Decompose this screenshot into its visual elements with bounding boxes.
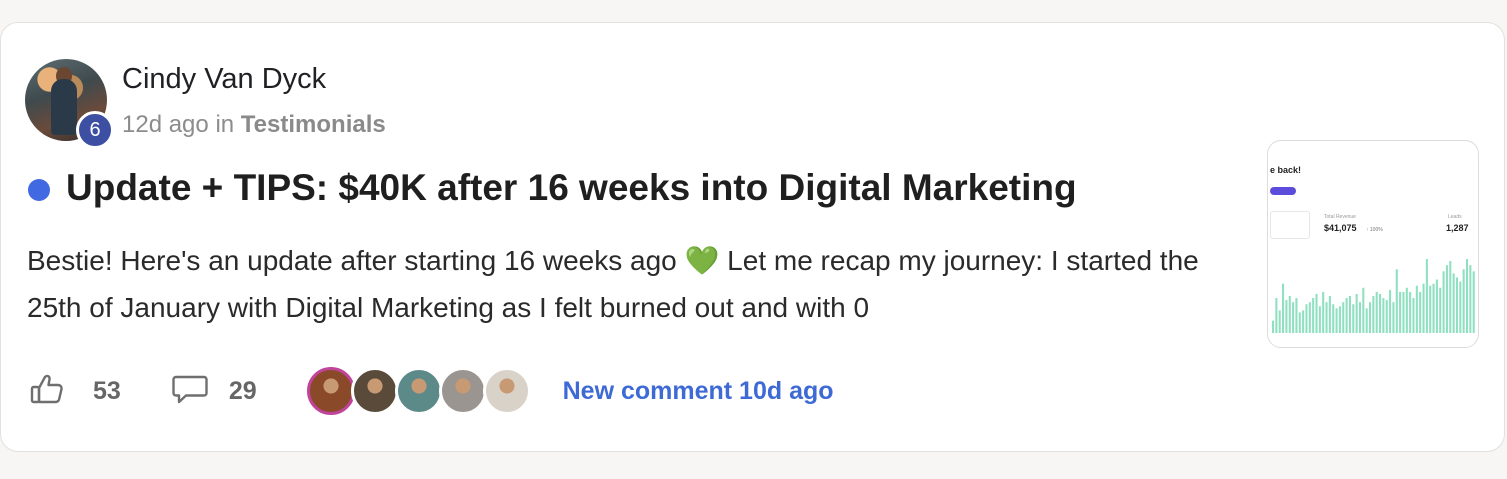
thumbnail-bar xyxy=(1278,310,1281,333)
thumbs-up-icon xyxy=(29,371,65,412)
new-comment-link[interactable]: New comment 10d ago xyxy=(563,377,834,406)
like-count: 53 xyxy=(93,376,121,405)
post-thumbnail[interactable]: e back! Total Revenue $41,075 ↑ 100% Lea… xyxy=(1267,140,1479,348)
post-excerpt[interactable]: Bestie! Here's an update after starting … xyxy=(27,237,1217,331)
comment-bubble-icon xyxy=(171,371,209,412)
avatar-body xyxy=(51,79,77,135)
commenter-avatars[interactable] xyxy=(306,367,531,415)
thumbnail-bar xyxy=(1382,298,1385,333)
thumbnail-revenue-change: ↑ 100% xyxy=(1366,227,1383,233)
excerpt-text-1: Bestie! Here's an update after starting … xyxy=(27,245,685,276)
thumbnail-revenue-label: Total Revenue xyxy=(1324,214,1356,220)
thumbnail-bar xyxy=(1332,304,1335,333)
author-name[interactable]: Cindy Van Dyck xyxy=(122,63,326,96)
thumbnail-bar xyxy=(1372,296,1375,333)
thumbnail-bar xyxy=(1305,304,1308,333)
unread-indicator xyxy=(28,179,50,201)
thumbnail-bar xyxy=(1469,265,1472,333)
thumbnail-bar xyxy=(1295,298,1298,333)
thumbnail-bar xyxy=(1415,285,1418,333)
level-badge: 6 xyxy=(76,111,114,149)
commenter-1-avatar[interactable] xyxy=(306,367,355,415)
post-in-word: in xyxy=(215,111,235,138)
thumbnail-bar xyxy=(1385,300,1388,333)
thumbnail-bar xyxy=(1325,302,1328,333)
thumbnail-bar xyxy=(1445,265,1448,333)
thumbnail-bar xyxy=(1462,269,1465,333)
post-time: 12d ago xyxy=(122,111,209,138)
thumbnail-bar xyxy=(1455,277,1458,333)
thumbnail-bar xyxy=(1355,293,1358,333)
post-actions: 53 29 New comment 10d ago xyxy=(29,367,834,415)
thumbnail-bar xyxy=(1395,269,1398,333)
thumbnail-bar xyxy=(1345,298,1348,333)
thumbnail-bar xyxy=(1435,279,1438,333)
thumbnail-bar xyxy=(1442,271,1445,333)
thumbnail-bar xyxy=(1379,293,1382,333)
thumbnail-bar xyxy=(1452,273,1455,333)
comment-count: 29 xyxy=(228,376,257,405)
thumbnail-leads: 1,287 xyxy=(1446,223,1469,233)
thumbnail-bar xyxy=(1298,312,1301,333)
thumbnail-bar xyxy=(1399,291,1402,333)
thumbnail-heading: e back! xyxy=(1270,165,1302,175)
thumbnail-bar xyxy=(1272,320,1275,333)
thumbnail-bar xyxy=(1275,298,1278,333)
thumbnail-bar xyxy=(1422,283,1425,333)
commenter-2-avatar[interactable] xyxy=(350,367,399,415)
thumbnail-bar-chart xyxy=(1272,259,1475,333)
thumbnail-bar xyxy=(1412,298,1415,333)
thumbnail-bar xyxy=(1318,306,1321,333)
thumbnail-bar xyxy=(1402,291,1405,333)
thumbnail-bar xyxy=(1368,302,1372,333)
thumbnail-bar xyxy=(1315,293,1318,333)
thumbnail-bar xyxy=(1352,304,1355,333)
thumbnail-bar xyxy=(1439,287,1442,333)
thumbnail-bar xyxy=(1405,287,1408,333)
like-button[interactable]: 53 xyxy=(29,371,121,412)
thumbnail-date-pill xyxy=(1270,187,1296,195)
thumbnail-bar xyxy=(1459,281,1462,333)
thumbnail-bar xyxy=(1285,300,1288,333)
post-title[interactable]: Update + TIPS: $40K after 16 weeks into … xyxy=(66,167,1077,209)
thumbnail-bar xyxy=(1365,308,1368,333)
thumbnail-card xyxy=(1270,211,1310,239)
thumbnail-bar xyxy=(1375,291,1378,333)
thumbnail-leads-label: Leads xyxy=(1448,214,1462,220)
thumbnail-bar xyxy=(1358,302,1362,333)
thumbnail-bar xyxy=(1338,306,1341,333)
thumbnail-bar xyxy=(1389,289,1392,333)
thumbnail-bar xyxy=(1432,283,1435,333)
thumbnail-bar xyxy=(1292,302,1295,333)
thumbnail-bar xyxy=(1348,296,1351,333)
thumbnail-bar xyxy=(1409,291,1412,333)
thumbnail-bar xyxy=(1425,259,1428,333)
post-category[interactable]: Testimonials xyxy=(241,111,386,138)
thumbnail-bar xyxy=(1362,287,1365,333)
thumbnail-bar xyxy=(1335,308,1338,333)
thumbnail-bar xyxy=(1282,283,1285,333)
thumbnail-bar xyxy=(1328,296,1331,333)
green-heart-emoji: 💚 xyxy=(684,245,720,276)
thumbnail-revenue: $41,075 xyxy=(1324,223,1357,233)
thumbnail-bar xyxy=(1392,302,1395,333)
commenter-3-avatar[interactable] xyxy=(394,367,443,415)
thumbnail-bar xyxy=(1449,261,1452,333)
thumbnail-bar xyxy=(1472,271,1475,333)
thumbnail-bar xyxy=(1429,285,1432,333)
post-meta: 12d ago in Testimonials xyxy=(122,111,386,139)
thumbnail-bar xyxy=(1342,302,1345,333)
commenter-5-avatar[interactable] xyxy=(482,367,531,415)
thumbnail-bar xyxy=(1312,298,1315,333)
thumbnail-bar xyxy=(1302,310,1305,333)
comment-button[interactable]: 29 xyxy=(171,371,257,412)
commenter-4-avatar[interactable] xyxy=(438,367,487,415)
thumbnail-bar xyxy=(1419,291,1422,333)
post-card[interactable]: 6 Cindy Van Dyck 12d ago in Testimonials… xyxy=(0,22,1505,452)
thumbnail-bar xyxy=(1465,259,1469,333)
thumbnail-bar xyxy=(1308,302,1311,333)
thumbnail-bar xyxy=(1322,291,1325,333)
thumbnail-bar xyxy=(1288,296,1291,333)
